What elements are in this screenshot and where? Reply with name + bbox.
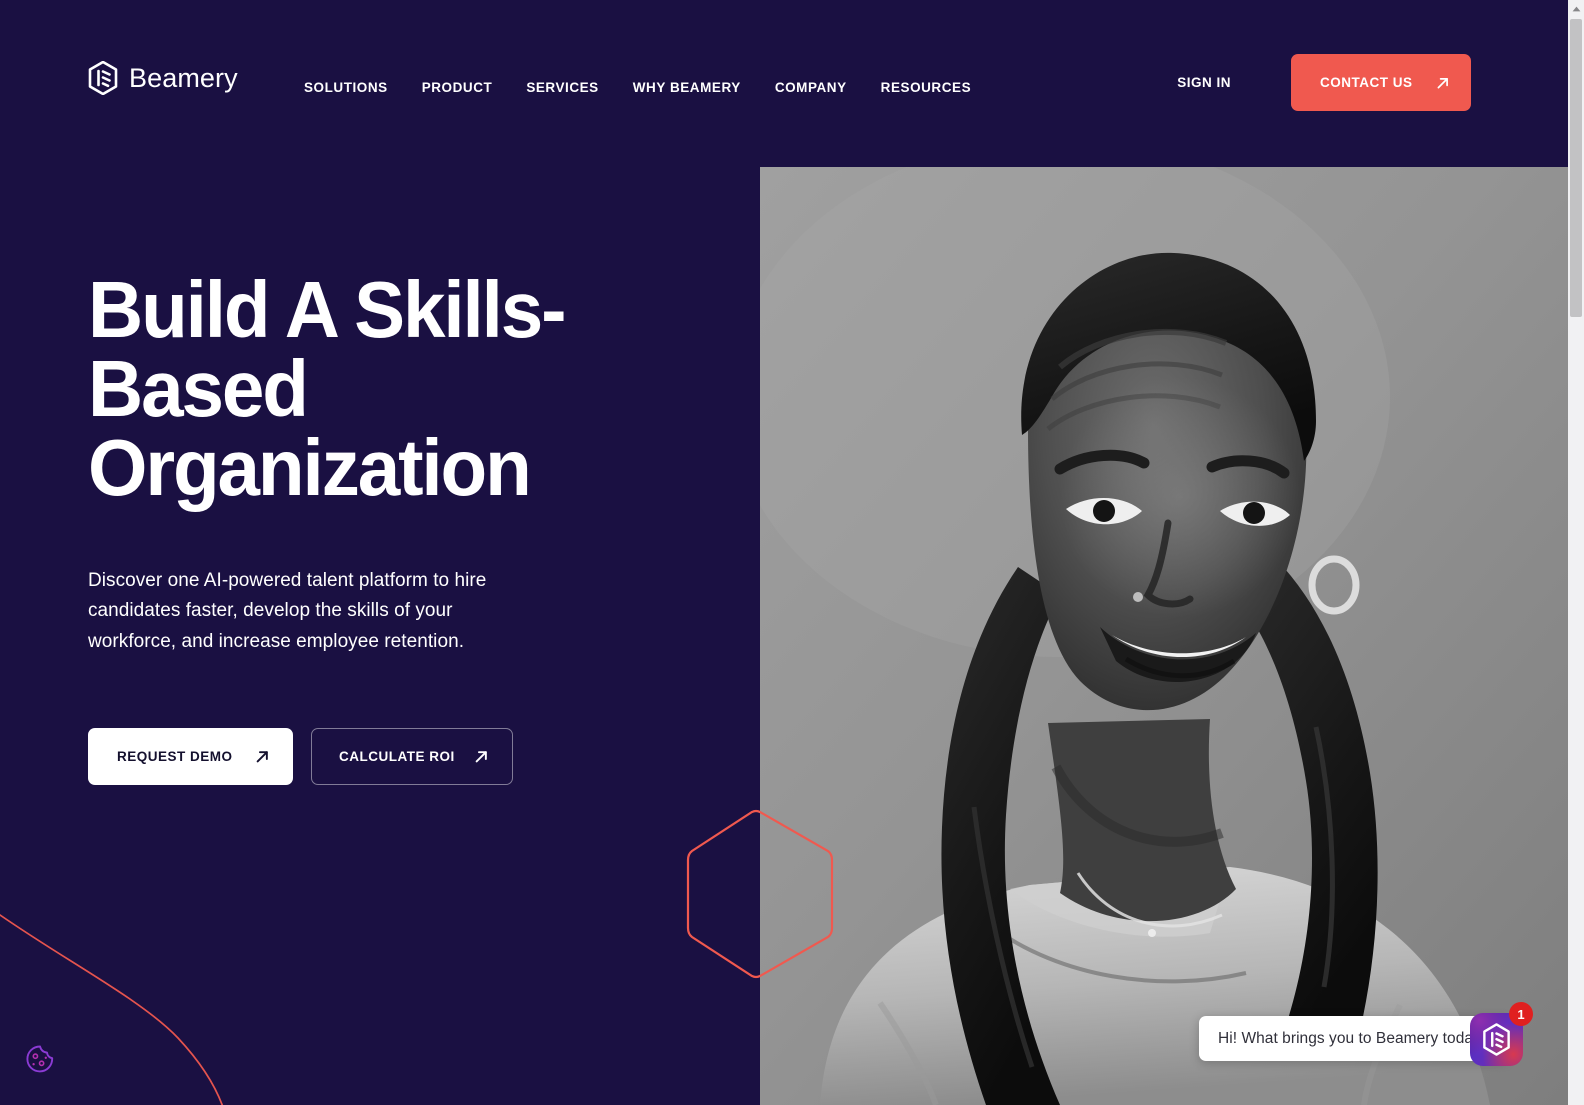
nav-item-product[interactable]: PRODUCT	[422, 74, 493, 101]
arrow-up-right-icon	[256, 751, 268, 763]
nav-item-resources[interactable]: RESOURCES	[881, 74, 971, 101]
nav-item-why-beamery[interactable]: WHY BEAMERY	[633, 74, 741, 101]
scrollbar-thumb[interactable]	[1570, 19, 1582, 317]
cookie-icon	[26, 1045, 54, 1073]
vertical-scrollbar[interactable]	[1568, 0, 1584, 1105]
nav-actions: SIGN IN CONTACT US	[1177, 54, 1471, 111]
hero-cta-group: REQUEST DEMO CALCULATE ROI	[88, 727, 788, 785]
hero-portrait-photo	[760, 167, 1568, 1105]
page-root: Beamery SOLUTIONS PRODUCT SERVICES WHY B…	[0, 0, 1584, 1105]
brand-logo-link[interactable]: Beamery	[88, 61, 238, 95]
sign-in-link[interactable]: SIGN IN	[1177, 75, 1231, 90]
calculate-roi-button[interactable]: CALCULATE ROI	[311, 727, 513, 785]
chat-greeting-bubble[interactable]: Hi! What brings you to Beamery today?	[1199, 1016, 1509, 1061]
contact-us-button[interactable]: CONTACT US	[1291, 54, 1471, 111]
hero-subtitle: Discover one AI-powered talent platform …	[88, 569, 487, 653]
nav-item-company[interactable]: COMPANY	[775, 74, 847, 101]
main-navigation: Beamery SOLUTIONS PRODUCT SERVICES WHY B…	[0, 0, 1568, 120]
portrait-illustration	[760, 167, 1568, 1105]
beamery-hexagon-logo-icon	[1483, 1023, 1510, 1056]
nav-item-services[interactable]: SERVICES	[526, 74, 598, 101]
scroll-up-arrow-icon[interactable]	[1568, 0, 1584, 17]
brand-name: Beamery	[129, 62, 238, 93]
nav-links: SOLUTIONS PRODUCT SERVICES WHY BEAMERY C…	[304, 74, 971, 101]
arrow-up-right-icon	[475, 751, 487, 763]
arrow-up-right-icon	[1437, 77, 1448, 88]
scroll-up-arrow-glyph	[1572, 6, 1580, 11]
hero-section: Build A Skills-Based Organization Discov…	[88, 270, 788, 785]
request-demo-label: REQUEST DEMO	[117, 748, 233, 764]
cookie-preferences-button[interactable]	[23, 1042, 57, 1076]
contact-us-label: CONTACT US	[1320, 75, 1413, 90]
nav-item-solutions[interactable]: SOLUTIONS	[304, 74, 388, 101]
request-demo-button[interactable]: REQUEST DEMO	[88, 727, 293, 785]
chat-launcher-button[interactable]	[1470, 1013, 1523, 1066]
browser-viewport: Beamery SOLUTIONS PRODUCT SERVICES WHY B…	[0, 0, 1568, 1105]
beamery-hexagon-logo-icon	[88, 61, 118, 95]
site-header: Beamery SOLUTIONS PRODUCT SERVICES WHY B…	[0, 0, 1568, 167]
chat-greeting-text: Hi! What brings you to Beamery today?	[1218, 1029, 1490, 1047]
page-title: Build A Skills-Based Organization	[88, 265, 567, 513]
calculate-roi-label: CALCULATE ROI	[339, 748, 455, 764]
